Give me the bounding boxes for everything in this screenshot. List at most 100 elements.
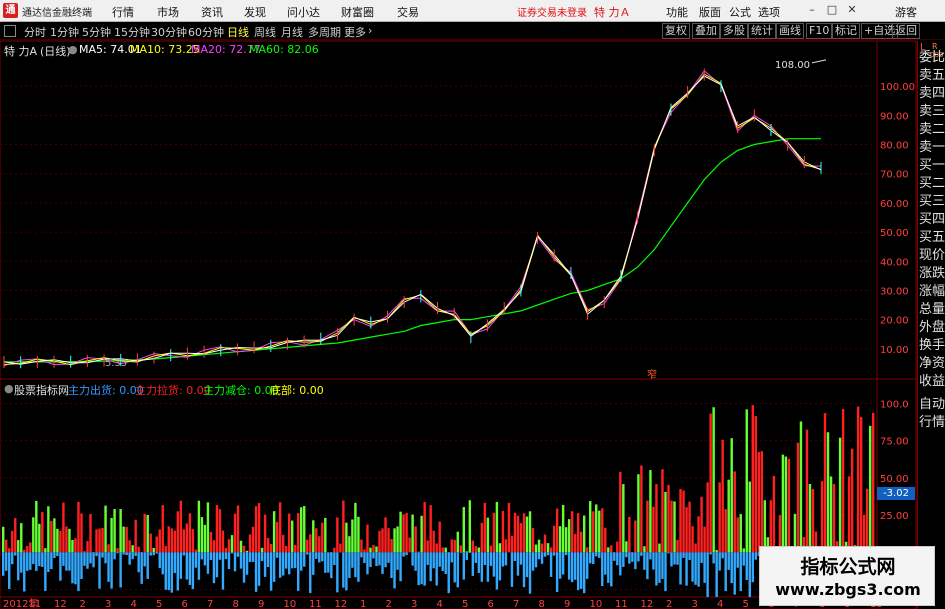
sub-bar-down (312, 552, 315, 575)
sub-bar-down (498, 552, 502, 581)
sub-bar-down (453, 552, 456, 583)
sub-bar-up (113, 509, 116, 553)
sub-bar-up (646, 500, 649, 553)
side-panel-label[interactable]: 总量 (919, 301, 945, 319)
sub-bar-up (74, 538, 77, 553)
sub-bar-up (101, 527, 104, 553)
sub-indicator-line: ● 股票指标网 主力出货: 0.00 主力拉货: 0.00 主力减仓: 0.00… (0, 380, 880, 397)
sub-bar-up (191, 529, 195, 553)
time-tick-label: 1 (360, 599, 366, 609)
side-panel-label[interactable]: 收益 (919, 373, 945, 391)
side-panel-label[interactable]: 换手 (919, 337, 945, 355)
sub-bar-up (131, 545, 134, 553)
sub-bar-down (570, 552, 574, 583)
sub-indicator-name: 股票指标网 (14, 384, 69, 397)
sub-bar-down (613, 552, 616, 561)
sub-bar-up (655, 484, 658, 553)
side-panel-label[interactable]: 卖一 (919, 139, 945, 157)
sub-bar-up (360, 539, 363, 553)
sub-bar-up (531, 527, 535, 553)
sub-bar-down (372, 552, 375, 559)
side-panel-label[interactable]: 卖三 (919, 103, 945, 121)
sub-settings-icon[interactable]: ● (4, 382, 14, 395)
sub-bar-down (297, 552, 300, 591)
side-panel-label[interactable]: 涨幅 (919, 283, 945, 301)
side-panel-label[interactable]: 自动 (919, 396, 945, 414)
side-panel-label[interactable]: 委比 (919, 49, 945, 67)
sub-bar-down (194, 552, 198, 568)
kline-chart[interactable]: 10.00 20.00 30.00 40.00 50.00 60.00 70.00 80.00… (0, 0, 945, 609)
sub-bar-up (751, 405, 754, 553)
sub-bar-up (859, 417, 863, 553)
sub-bar-up (625, 541, 628, 553)
sub-bar-down (158, 552, 161, 569)
settings-icon[interactable]: ● (68, 43, 78, 56)
sub-bar-down (450, 552, 453, 563)
sub-bar-down (203, 552, 207, 566)
stock-name: 特 力A (4, 45, 38, 58)
sub-bar-down (438, 552, 441, 567)
event-marker[interactable]: 窄 (647, 366, 657, 381)
sub-bar-up (772, 475, 776, 553)
side-panel-label[interactable]: 买一 (919, 157, 945, 175)
side-panel-label[interactable]: 卖五 (919, 67, 945, 85)
current-value-badge: -3.02 (877, 487, 915, 500)
sub-bar-down (32, 552, 35, 565)
sub-bar-down (309, 552, 312, 594)
side-panel-label[interactable]: 买四 (919, 211, 945, 229)
sub-bar-down (248, 552, 252, 562)
sub-bar-down (74, 552, 77, 585)
sub-bar-down (68, 552, 71, 571)
sub-bar-up (649, 470, 652, 553)
side-panel-label[interactable]: 卖四 (919, 85, 945, 103)
side-panel-label[interactable]: 买三 (919, 193, 945, 211)
sub-bar-down (245, 552, 249, 575)
sub-bar-down (643, 552, 646, 570)
sub-bar-up (312, 520, 315, 553)
side-panel-label[interactable]: 外盘 (919, 319, 945, 337)
sub-bar-up (59, 530, 62, 553)
sub-bar-up (125, 526, 128, 553)
sub-bar-up (366, 524, 369, 553)
sub-bar-up (20, 523, 23, 553)
side-panel-label[interactable]: 行情 (919, 414, 945, 432)
side-panel-label[interactable]: 卖二 (919, 121, 945, 139)
side-panel-label[interactable]: 涨跌 (919, 265, 945, 283)
sub-bar-up (598, 510, 601, 553)
side-panel-label[interactable]: 现价 (919, 247, 945, 265)
sub-bar-up (324, 517, 327, 553)
sub-bar-down (56, 552, 59, 557)
time-tick-label: 12 (335, 599, 348, 609)
sub-bar-down (673, 552, 676, 565)
sub-bar-up (787, 458, 791, 553)
sub-bar-up (68, 528, 71, 553)
sub-bar-down (140, 552, 143, 584)
sub-bar-up (17, 540, 20, 553)
sub-bar-up (227, 539, 231, 553)
side-panel-label[interactable]: 买五 (919, 229, 945, 247)
sub-bar-up (543, 534, 547, 553)
sub-bar-up (284, 545, 288, 553)
sub-bar-down (712, 552, 715, 564)
time-tick-label: 2 (80, 599, 86, 609)
sub-bar-up (306, 539, 309, 553)
sub-bar-up (348, 536, 351, 553)
sub-bar-up (50, 520, 53, 553)
sub-bar-down (122, 552, 125, 555)
sub-bar-up (492, 512, 496, 553)
sub-bar-up (558, 526, 562, 553)
sub-bar-up (2, 526, 5, 553)
sub-bar-up (676, 539, 679, 553)
sub-bar-down (426, 552, 429, 565)
sub-bar-up (564, 527, 568, 553)
side-panel-label[interactable]: 净资 (919, 355, 945, 373)
sub-bar-up (269, 544, 273, 553)
sub-bar-down (519, 552, 523, 565)
sub-bar-down (399, 552, 402, 582)
time-tick-label: 2 (386, 599, 392, 609)
sub-bar-down (727, 552, 730, 570)
sub-bar-up (694, 543, 697, 553)
sub-bar-down (402, 552, 405, 557)
side-panel-label[interactable]: 买二 (919, 175, 945, 193)
sub-bar-down (227, 552, 231, 570)
